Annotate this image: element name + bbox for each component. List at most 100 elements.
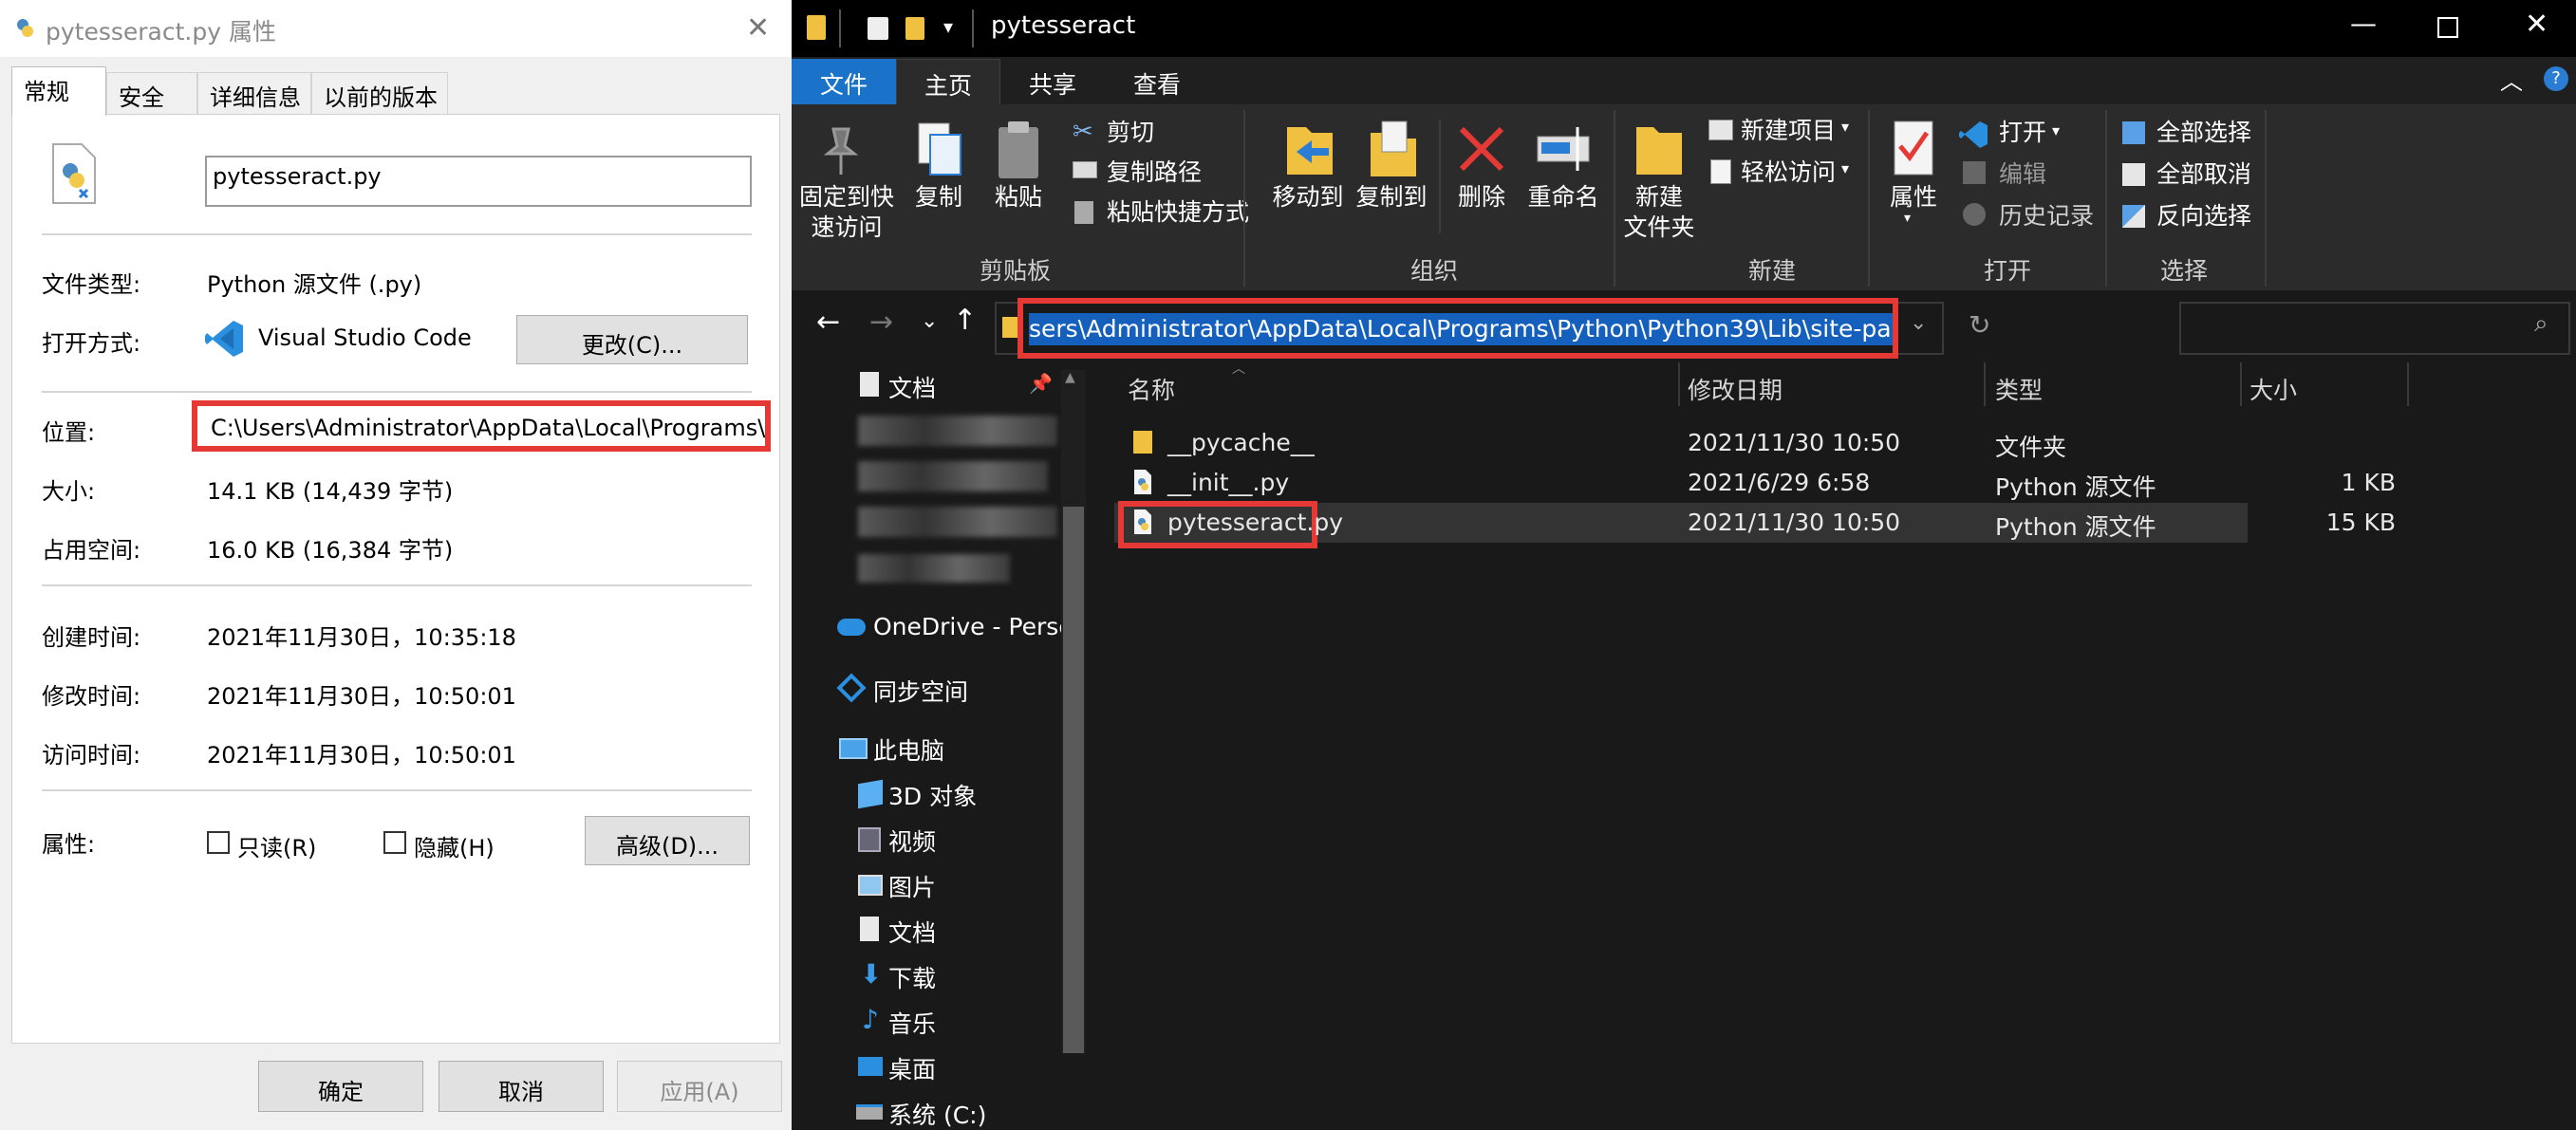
filename-value[interactable]: pytesseract.py <box>213 163 382 190</box>
nav-item-pictures[interactable]: 图片 <box>888 869 936 903</box>
file-name[interactable]: pytesseract.py <box>1167 509 1343 536</box>
copy-label[interactable]: 复制 <box>909 182 968 213</box>
nav-item-system-c[interactable]: 系统 (C:) <box>888 1097 986 1130</box>
paste-shortcut-icon[interactable] <box>1074 201 1093 224</box>
blurred-nav-item[interactable] <box>858 416 1057 446</box>
nav-item-desktop[interactable]: 桌面 <box>888 1051 936 1085</box>
open-label[interactable]: 打开 <box>1999 118 2046 148</box>
blurred-nav-item[interactable] <box>858 461 1048 491</box>
blurred-nav-item[interactable] <box>858 507 1057 537</box>
blurred-nav-item[interactable] <box>858 554 1010 583</box>
forward-arrow-icon[interactable]: → <box>869 306 893 339</box>
edit-icon[interactable] <box>1963 161 1986 184</box>
copy-path-label[interactable]: 复制路径 <box>1107 157 1202 188</box>
paste-shortcut-label[interactable]: 粘贴快捷方式 <box>1107 197 1249 228</box>
cut-icon[interactable]: ✂ <box>1073 118 1093 146</box>
collapse-ribbon-icon[interactable]: ︿ <box>2500 63 2523 96</box>
new-item-icon[interactable] <box>1708 120 1733 140</box>
new-folder-quick-icon[interactable] <box>905 17 924 40</box>
address-path[interactable]: sers\Administrator\AppData\Local\Program… <box>1029 313 1893 345</box>
tab-previous-versions[interactable]: 以前的版本 <box>311 72 448 114</box>
move-to-icon[interactable] <box>1283 118 1336 180</box>
address-dropdown-icon[interactable]: ⌄ <box>1910 311 1927 335</box>
nav-item-documents[interactable]: 文档 <box>888 915 936 949</box>
chevron-down-icon[interactable]: ▾ <box>1841 118 1849 136</box>
column-header-size[interactable]: 大小 <box>2249 372 2297 406</box>
pin-button[interactable] <box>816 125 866 180</box>
readonly-checkbox[interactable] <box>207 831 230 854</box>
nav-item-documents-pinned[interactable]: 文档 <box>888 370 936 404</box>
nav-item-downloads[interactable]: 下载 <box>888 960 936 994</box>
file-name[interactable]: __init__.py <box>1167 469 1289 496</box>
copy-to-label[interactable]: 复制到 <box>1352 182 1431 213</box>
location-value[interactable]: C:\Users\Administrator\AppData\Local\Pro… <box>211 415 765 441</box>
rename-icon[interactable] <box>1534 123 1593 175</box>
chevron-down-icon[interactable]: ▾ <box>2052 121 2060 139</box>
tab-file[interactable]: 文件 <box>792 59 896 106</box>
chevron-down-icon[interactable]: ▾ <box>1841 159 1849 177</box>
close-icon[interactable]: ✕ <box>746 11 770 45</box>
apply-button[interactable]: 应用(A) <box>617 1061 782 1112</box>
new-item-label[interactable]: 新建项目 <box>1741 116 1836 146</box>
maximize-icon[interactable] <box>2437 17 2458 38</box>
nav-item-this-pc[interactable]: 此电脑 <box>873 732 944 767</box>
nav-item-3d-objects[interactable]: 3D 对象 <box>888 778 977 812</box>
change-button[interactable]: 更改(C)... <box>516 315 748 364</box>
hidden-label[interactable]: 隐藏(H) <box>414 829 495 862</box>
minimize-icon[interactable]: — <box>2350 8 2377 39</box>
column-header-modified[interactable]: 修改日期 <box>1688 372 1783 406</box>
tab-view[interactable]: 查看 <box>1105 59 1209 106</box>
nav-item-videos[interactable]: 视频 <box>888 824 936 858</box>
ok-button[interactable]: 确定 <box>258 1061 423 1112</box>
paste-label[interactable]: 粘贴 <box>989 182 1048 213</box>
column-header-name[interactable]: 名称 <box>1128 372 1175 406</box>
nav-item-music[interactable]: 音乐 <box>888 1006 936 1040</box>
easy-access-icon[interactable] <box>1710 159 1731 184</box>
readonly-label[interactable]: 只读(R) <box>237 829 316 862</box>
easy-access-label[interactable]: 轻松访问 <box>1741 157 1836 188</box>
tab-general[interactable]: 常规 <box>11 66 106 116</box>
search-icon[interactable]: ⌕ <box>2534 309 2548 339</box>
paste-icon[interactable] <box>995 120 1042 180</box>
delete-label[interactable]: 删除 <box>1450 182 1513 213</box>
close-icon[interactable]: ✕ <box>2525 8 2548 41</box>
nav-item-onedrive[interactable]: OneDrive - Perso <box>873 613 1061 640</box>
tab-details[interactable]: 详细信息 <box>197 72 311 114</box>
column-header-type[interactable]: 类型 <box>1995 372 2043 406</box>
filename-input[interactable]: pytesseract.py <box>205 156 752 207</box>
edit-label[interactable]: 编辑 <box>1999 159 2046 190</box>
nav-scrollbar-thumb[interactable] <box>1063 507 1084 1053</box>
nav-item-sync[interactable]: 同步空间 <box>873 674 968 708</box>
copy-path-icon[interactable] <box>1073 161 1097 178</box>
history-label[interactable]: 历史记录 <box>1999 201 2094 232</box>
move-to-label[interactable]: 移动到 <box>1268 182 1348 213</box>
pin-icon[interactable]: 📌 <box>1029 372 1053 395</box>
select-all-icon[interactable] <box>2122 121 2145 144</box>
customize-toolbar-icon[interactable]: ▾ <box>943 15 953 38</box>
refresh-icon[interactable]: ↻ <box>1969 309 1990 341</box>
new-folder-icon[interactable] <box>1633 118 1686 180</box>
chevron-down-icon[interactable]: ▾ <box>1904 211 1911 226</box>
select-none-label[interactable]: 全部取消 <box>2156 159 2251 190</box>
vscode-icon[interactable] <box>1959 120 1989 150</box>
properties-quick-icon[interactable] <box>868 17 888 40</box>
tab-share[interactable]: 共享 <box>1000 59 1105 106</box>
up-arrow-icon[interactable]: ↑ <box>953 304 977 337</box>
rename-label[interactable]: 重命名 <box>1522 182 1604 213</box>
cancel-button[interactable]: 取消 <box>439 1061 604 1112</box>
new-folder-label[interactable]: 新建 文件夹 <box>1617 182 1701 243</box>
file-name[interactable]: __pycache__ <box>1167 429 1315 456</box>
tab-home[interactable]: 主页 <box>896 59 1000 106</box>
invert-selection-label[interactable]: 反向选择 <box>2156 201 2251 232</box>
copy-to-icon[interactable] <box>1367 118 1420 180</box>
select-none-icon[interactable] <box>2122 163 2145 186</box>
select-all-label[interactable]: 全部选择 <box>2156 118 2251 148</box>
search-input[interactable] <box>2179 302 2570 355</box>
invert-selection-icon[interactable] <box>2122 205 2145 228</box>
scroll-up-icon[interactable]: ▲ <box>1065 370 1075 385</box>
properties-label[interactable]: 属性 <box>1883 182 1944 213</box>
cut-label[interactable]: 剪切 <box>1107 118 1154 148</box>
history-icon[interactable] <box>1963 203 1986 226</box>
recent-locations-icon[interactable]: ⌄ <box>921 309 938 333</box>
advanced-button[interactable]: 高级(D)... <box>585 816 750 865</box>
